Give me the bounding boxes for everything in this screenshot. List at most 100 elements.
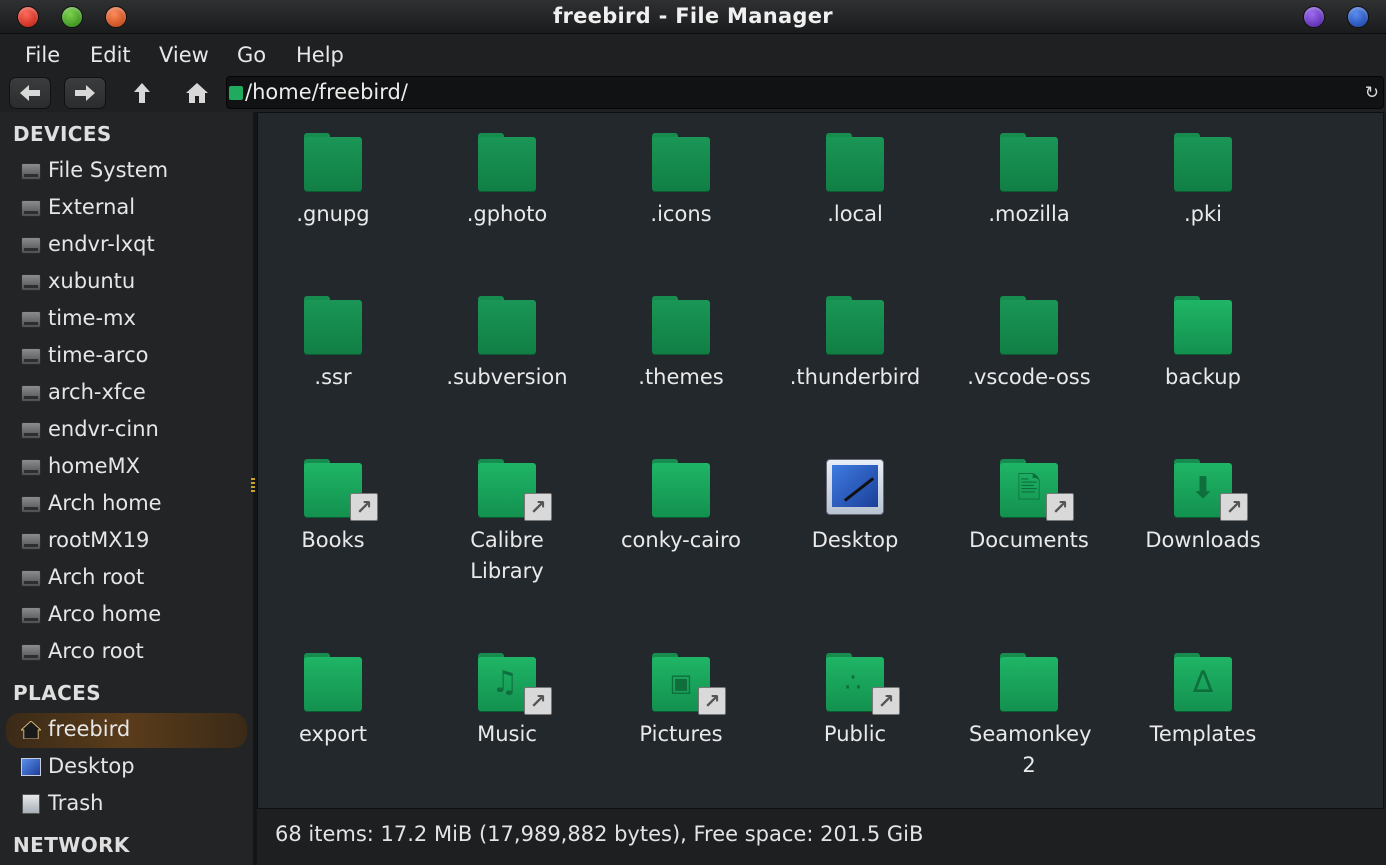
sidebar-item-desktop[interactable]: Desktop: [6, 750, 247, 785]
home-icon: [186, 83, 208, 103]
menu-view[interactable]: View: [159, 43, 209, 67]
drive-icon: [21, 422, 41, 439]
sidebar-item-file-system[interactable]: File System: [6, 154, 247, 189]
sidebar-item-label: xubuntu: [48, 269, 136, 293]
link-arrow-icon: ↗: [698, 687, 726, 715]
sidebar-item-label: Arco root: [48, 639, 144, 663]
location-bar[interactable]: /home/freebird/ ↻: [226, 76, 1384, 109]
drive-icon: [21, 533, 41, 550]
file-name: .themes: [638, 365, 724, 389]
folder-icon: [478, 296, 536, 354]
templates-folder-icon: ∆: [1174, 653, 1232, 711]
splitter-grip[interactable]: [251, 478, 255, 494]
drive-icon: [21, 644, 41, 661]
sidebar-item-label: File System: [48, 158, 169, 182]
music-folder-link-icon: ♫ ↗: [478, 653, 552, 715]
drive-icon: [21, 274, 41, 291]
drive-icon: [21, 496, 41, 513]
drive-icon: [21, 237, 41, 254]
file-name: .mozilla: [988, 202, 1070, 226]
music-note-emblem-icon: ♫: [491, 665, 519, 700]
file-name: .thunderbird: [789, 365, 921, 389]
sidebar-item-label: Arco home: [48, 602, 162, 626]
file-name: .gnupg: [296, 202, 370, 226]
file-name: Music: [477, 722, 537, 746]
sidebar-item-label: endvr-cinn: [48, 417, 159, 441]
menu-file[interactable]: File: [25, 43, 60, 67]
sidebar-item-endvr-lxqt[interactable]: endvr-lxqt: [6, 228, 247, 263]
drive-icon: [21, 570, 41, 587]
file-name: export: [298, 722, 368, 746]
file-name: .icons: [650, 202, 712, 226]
file-name: Seamonkey 2: [969, 722, 1092, 777]
folder-link-icon: ↗: [478, 459, 552, 521]
file-name: Desktop: [811, 528, 899, 552]
documents-folder-link-icon: 🖹 ↗: [1000, 459, 1074, 521]
sticky-window-button[interactable]: [1347, 6, 1369, 28]
devices-heading: DEVICES: [13, 122, 112, 146]
folder-icon: [1174, 296, 1232, 354]
compass-emblem-icon: ∆: [1192, 665, 1214, 700]
reload-icon[interactable]: ↻: [1365, 83, 1379, 103]
drive-icon: [21, 459, 41, 476]
sidebar-item-label: Arch root: [48, 565, 145, 589]
sidebar-item-external[interactable]: External: [6, 191, 247, 226]
sidebar-item-xubuntu[interactable]: xubuntu: [6, 265, 247, 300]
title-bar: freebird - File Manager: [0, 0, 1386, 34]
sidebar-item-arch-xfce[interactable]: arch-xfce: [6, 376, 247, 411]
file-name: .gphoto: [466, 202, 548, 226]
folder-icon: [1000, 653, 1058, 711]
sidebar-item-label: time-mx: [48, 306, 136, 330]
sidebar-item-label: time-arco: [48, 343, 149, 367]
sidebar-item-arco-home[interactable]: Arco home: [6, 598, 247, 633]
folder-icon: [304, 296, 362, 354]
sidebar-item-time-arco[interactable]: time-arco: [6, 339, 247, 374]
arrow-right-icon: [75, 85, 95, 101]
back-button[interactable]: [9, 77, 51, 109]
sidebar-item-label: Trash: [48, 791, 104, 815]
sidebar-item-endvr-cinn[interactable]: endvr-cinn: [6, 413, 247, 448]
file-name: Downloads: [1145, 528, 1261, 552]
file-icon-view[interactable]: .gnupg .gphoto .icons .local .mozilla .p…: [257, 112, 1384, 809]
menu-help[interactable]: Help: [296, 43, 344, 67]
folder-icon: [652, 296, 710, 354]
sidebar-item-time-mx[interactable]: time-mx: [6, 302, 247, 337]
sidebar-item-arco-root[interactable]: Arco root: [6, 635, 247, 670]
file-name: .ssr: [314, 365, 352, 389]
public-folder-link-icon: ∴ ↗: [826, 653, 900, 715]
sidebar-item-arch-root[interactable]: Arch root: [6, 561, 247, 596]
home-button[interactable]: [176, 77, 218, 109]
up-button[interactable]: [121, 77, 163, 109]
location-path: /home/freebird/: [245, 80, 408, 104]
drive-icon: [21, 385, 41, 402]
menu-go[interactable]: Go: [237, 43, 266, 67]
drive-icon: [21, 163, 41, 180]
folder-icon: [478, 133, 536, 191]
sidebar-item-freebird[interactable]: freebird: [6, 713, 247, 748]
file-name: Books: [301, 528, 365, 552]
link-arrow-icon: ↗: [524, 687, 552, 715]
toolbar: /home/freebird/ ↻: [0, 74, 1386, 112]
folder-icon: [826, 133, 884, 191]
places-heading: PLACES: [13, 681, 102, 705]
sidebar-item-trash[interactable]: Trash: [6, 787, 247, 822]
drive-icon: [21, 311, 41, 328]
file-name: backup: [1165, 365, 1241, 389]
menu-edit[interactable]: Edit: [90, 43, 131, 67]
link-arrow-icon: ↗: [350, 493, 378, 521]
sidebar-item-arch-home[interactable]: Arch home: [6, 487, 247, 522]
sidebar-item-homemx[interactable]: homeMX: [6, 450, 247, 485]
desktop-icon: [21, 758, 41, 776]
sidebar-item-rootmx19[interactable]: rootMX19: [6, 524, 247, 559]
sidebar: DEVICES File System External endvr-lxqt …: [0, 112, 253, 865]
sidebar-item-label: endvr-lxqt: [48, 232, 155, 256]
folder-icon: [652, 133, 710, 191]
document-emblem-icon: 🖹: [1016, 471, 1042, 506]
forward-button[interactable]: [64, 77, 106, 109]
sidebar-item-label: rootMX19: [48, 528, 150, 552]
file-name: Templates: [1149, 722, 1257, 746]
file-name: .local: [827, 202, 883, 226]
folder-icon: [826, 296, 884, 354]
status-text: 68 items: 17.2 MiB (17,989,882 bytes), F…: [275, 822, 924, 846]
shade-window-button[interactable]: [1303, 6, 1325, 28]
